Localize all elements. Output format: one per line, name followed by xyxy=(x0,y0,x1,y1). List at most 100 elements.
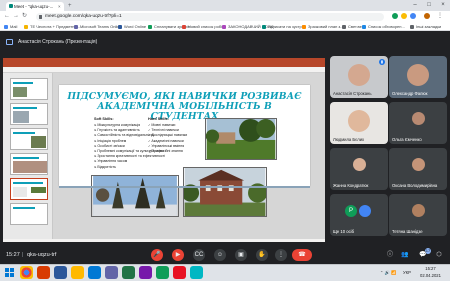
profile-avatar-icon[interactable] xyxy=(424,13,430,19)
slide-bottom-bar xyxy=(59,186,310,188)
participant-name: Олександр Фалюк xyxy=(392,91,428,96)
chrome-taskbar-icon[interactable] xyxy=(20,266,33,279)
bookmark-item[interactable]: TE Чеснота + Предметни... xyxy=(24,22,80,31)
bookmark-label: Новий список робіт xyxy=(188,24,224,29)
bookmark-favicon-icon xyxy=(148,24,152,29)
excel-taskbar-icon[interactable] xyxy=(122,266,135,279)
bookmark-item[interactable]: Word Online xyxy=(118,22,146,31)
onenote-taskbar-icon[interactable] xyxy=(139,266,152,279)
bookmark-label: Інші закладки xyxy=(416,24,442,29)
extension-icon[interactable] xyxy=(410,13,416,19)
info-icon[interactable]: ⓘ xyxy=(385,250,395,260)
participant-name: Людмила Бєлих xyxy=(333,137,365,142)
emoji-icon[interactable]: ☺ xyxy=(214,249,226,261)
maximize-icon[interactable]: □ xyxy=(422,0,436,11)
participant-name: Тетяна Шанідзе xyxy=(392,229,423,234)
lock-icon xyxy=(39,14,42,19)
bookmark-item[interactable]: Зразковий план з... xyxy=(302,22,344,31)
clock-date: 02.04.2021 xyxy=(420,272,441,278)
tab-title: Meet - "qka-uqzu-... xyxy=(14,4,54,9)
powerpoint-statusbar xyxy=(3,239,325,242)
bookmark-item[interactable]: Список обговорен... xyxy=(362,22,405,31)
powerpoint-taskbar-icon[interactable] xyxy=(37,266,50,279)
bookmark-favicon-icon xyxy=(24,24,28,29)
slide-thumbnail[interactable] xyxy=(10,153,48,175)
participant-avatar xyxy=(411,158,425,171)
url-text: meet.google.com/qka-uqzu-trf?pli=1 xyxy=(45,13,122,19)
participant-tile[interactable]: Ольга Ємченко xyxy=(389,102,447,144)
app-taskbar-icon[interactable] xyxy=(156,266,169,279)
close-tab-icon[interactable]: × xyxy=(58,2,61,11)
hard-skills-heading: Hard Skills: xyxy=(148,117,169,121)
app-taskbar-icon[interactable] xyxy=(190,266,203,279)
extension-icon[interactable] xyxy=(392,13,398,19)
soft-skills-heading: Soft Skills: xyxy=(94,117,114,121)
participant-name: Ольга Ємченко xyxy=(392,137,422,142)
reload-icon[interactable]: ↻ xyxy=(22,12,27,21)
bookmark-item[interactable]: Microsoft Teams Online xyxy=(74,22,122,31)
forward-icon[interactable]: → xyxy=(13,12,19,21)
bookmark-favicon-icon xyxy=(262,24,266,29)
word-taskbar-icon[interactable] xyxy=(54,266,67,279)
url-field[interactable]: meet.google.com/qka-uqzu-trf?pli=1 xyxy=(36,12,384,21)
bookmark-favicon-icon xyxy=(222,24,226,29)
slide-thumbnail[interactable] xyxy=(10,78,48,100)
slide-thumbnail[interactable] xyxy=(10,128,48,150)
participant-initial: P xyxy=(345,205,357,217)
chat-icon[interactable]: 💬 xyxy=(418,250,428,260)
file-explorer-icon[interactable] xyxy=(71,266,84,279)
participant-tile[interactable]: Олександр Фалюк xyxy=(389,56,447,98)
slide-thumbnail[interactable] xyxy=(10,103,48,125)
bookmark-label: TE Чеснота + Предметни... xyxy=(30,24,81,29)
captions-icon[interactable]: CC xyxy=(193,249,205,261)
extension-icon[interactable] xyxy=(401,13,407,19)
winter-trees-photo xyxy=(91,175,179,217)
bookmark-label: Записати на зустріч xyxy=(268,24,305,29)
meeting-code: qka-uqzu-trf xyxy=(27,252,57,258)
present-screen-icon[interactable]: ▣ xyxy=(235,249,247,261)
participant-tile[interactable]: Оксана Володимирівна xyxy=(389,148,447,190)
activities-icon[interactable]: ⬡ xyxy=(434,250,444,260)
bookmark-item[interactable]: Записати на зустріч xyxy=(262,22,305,31)
teams-taskbar-icon[interactable] xyxy=(105,266,118,279)
bookmark-item[interactable]: Новий список робіт xyxy=(182,22,224,31)
participant-avatar xyxy=(352,158,366,171)
bookmark-favicon-icon xyxy=(4,24,8,29)
powerpoint-titlebar xyxy=(3,58,325,67)
tray-icons[interactable]: ⌃ 🔊 📶 xyxy=(380,264,396,281)
taskbar-clock[interactable]: 15:27 02.04.2021 xyxy=(420,266,441,279)
participant-name: Жанна Кондратюк xyxy=(333,183,369,188)
separator: | xyxy=(22,252,24,258)
back-icon[interactable]: ← xyxy=(4,12,10,21)
bookmark-favicon-icon xyxy=(182,24,186,29)
windows-start-icon[interactable] xyxy=(3,266,16,279)
bookmark-item[interactable]: Mail xyxy=(4,22,17,31)
participant-tile[interactable]: Жанна Кондратюк xyxy=(330,148,388,190)
slide-thumbnail-selected[interactable] xyxy=(10,178,48,200)
browser-tab[interactable]: Meet - "qka-uqzu-... xyxy=(6,2,64,11)
close-window-icon[interactable]: × xyxy=(436,0,450,11)
browser-menu-icon[interactable]: ⋮ xyxy=(437,12,443,21)
camera-off-icon[interactable]: ▶ xyxy=(172,249,184,261)
bookmark-favicon-icon xyxy=(74,24,78,29)
presentation-icon xyxy=(6,39,13,45)
participant-tile[interactable]: P Ще 10 осіб xyxy=(330,194,388,236)
participant-tile[interactable]: Анастасія Строкань ▮ xyxy=(330,56,388,98)
participant-avatar xyxy=(407,64,429,86)
people-icon[interactable]: 👥 xyxy=(400,250,410,260)
slide-thumbnail[interactable] xyxy=(10,203,48,225)
participant-tile[interactable]: Тетяна Шанідзе xyxy=(389,194,447,236)
mic-off-icon[interactable]: 🎤 xyxy=(151,249,163,261)
soft-skill-item: Відкритість xyxy=(94,165,174,170)
new-tab-icon[interactable]: + xyxy=(68,2,72,11)
more-options-icon[interactable]: ⋮ xyxy=(275,249,287,261)
participant-name: Ще 10 осіб xyxy=(333,229,354,234)
participant-tile[interactable]: Людмила Бєлих xyxy=(330,102,388,144)
keyboard-language[interactable]: УКР xyxy=(403,264,411,281)
bookmark-item[interactable]: Інші закладки xyxy=(410,22,441,31)
end-call-button[interactable]: ☎ xyxy=(292,249,312,261)
raise-hand-icon[interactable]: ✋ xyxy=(256,249,268,261)
minimize-icon[interactable]: – xyxy=(408,0,422,11)
app-taskbar-icon[interactable] xyxy=(173,266,186,279)
edge-taskbar-icon[interactable] xyxy=(88,266,101,279)
